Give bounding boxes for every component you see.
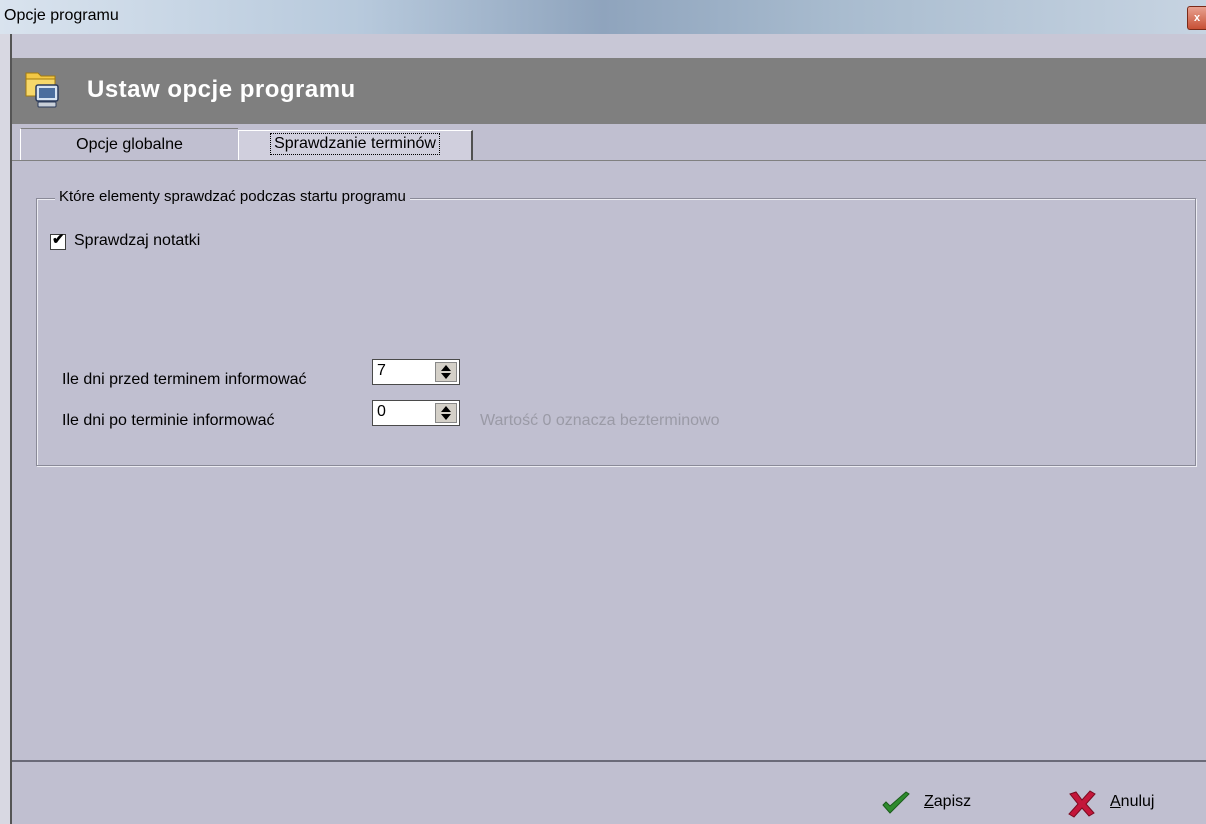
days-after-label: Ile dni po terminie informować: [62, 412, 275, 429]
spin-up-icon[interactable]: [441, 365, 451, 371]
window-title: Opcje programu: [4, 7, 119, 24]
checkmark-glyph: ✔: [52, 231, 65, 248]
spin-up-icon[interactable]: [441, 406, 451, 412]
options-window: Opcje programu x Ustaw opcje programu Op…: [0, 0, 1206, 824]
spin-down-icon[interactable]: [441, 414, 451, 420]
zero-value-hint: Wartość 0 oznacza bezterminowo: [480, 412, 720, 429]
title-bar[interactable]: Opcje programu x: [0, 0, 1206, 34]
days-before-value[interactable]: 7: [377, 362, 386, 380]
cancel-label: Anuluj: [1110, 793, 1155, 810]
spin-down-icon[interactable]: [441, 373, 451, 379]
dialog-footer: Zapisz Anuluj: [12, 760, 1206, 824]
groupbox-legend: Które elementy sprawdzać podczas startu …: [55, 188, 410, 205]
checkmark-icon: [882, 791, 910, 814]
tab-label: Opcje globalne: [76, 136, 183, 153]
tab-deadline-check[interactable]: Sprawdzanie terminów: [238, 130, 473, 160]
cancel-button[interactable]: Anuluj: [1066, 790, 1176, 818]
header-top-strip: [12, 34, 1206, 59]
save-label: Zapisz: [924, 793, 972, 810]
days-after-value[interactable]: 0: [377, 403, 386, 421]
check-notes-label[interactable]: Sprawdzaj notatki: [74, 232, 200, 250]
days-before-label: Ile dni przed terminem informować: [62, 371, 307, 388]
spinner-buttons[interactable]: [435, 403, 457, 423]
window-left-frame: [0, 34, 12, 824]
tab-global-options[interactable]: Opcje globalne: [20, 128, 238, 160]
check-notes-checkbox[interactable]: ✔: [50, 231, 66, 250]
header-banner: Ustaw opcje programu: [12, 58, 1206, 125]
header-title: Ustaw opcje programu: [87, 76, 356, 103]
tab-strip: Opcje globalne Sprawdzanie terminów: [12, 124, 1206, 161]
cross-icon: [1068, 790, 1096, 818]
close-button[interactable]: x: [1187, 6, 1206, 30]
save-button[interactable]: Zapisz: [880, 790, 990, 818]
days-after-spinner[interactable]: 0: [372, 400, 460, 426]
folder-computer-icon: [25, 72, 59, 108]
days-before-spinner[interactable]: 7: [372, 359, 460, 385]
tab-label: Sprawdzanie terminów: [270, 133, 440, 155]
spinner-buttons[interactable]: [435, 362, 457, 382]
